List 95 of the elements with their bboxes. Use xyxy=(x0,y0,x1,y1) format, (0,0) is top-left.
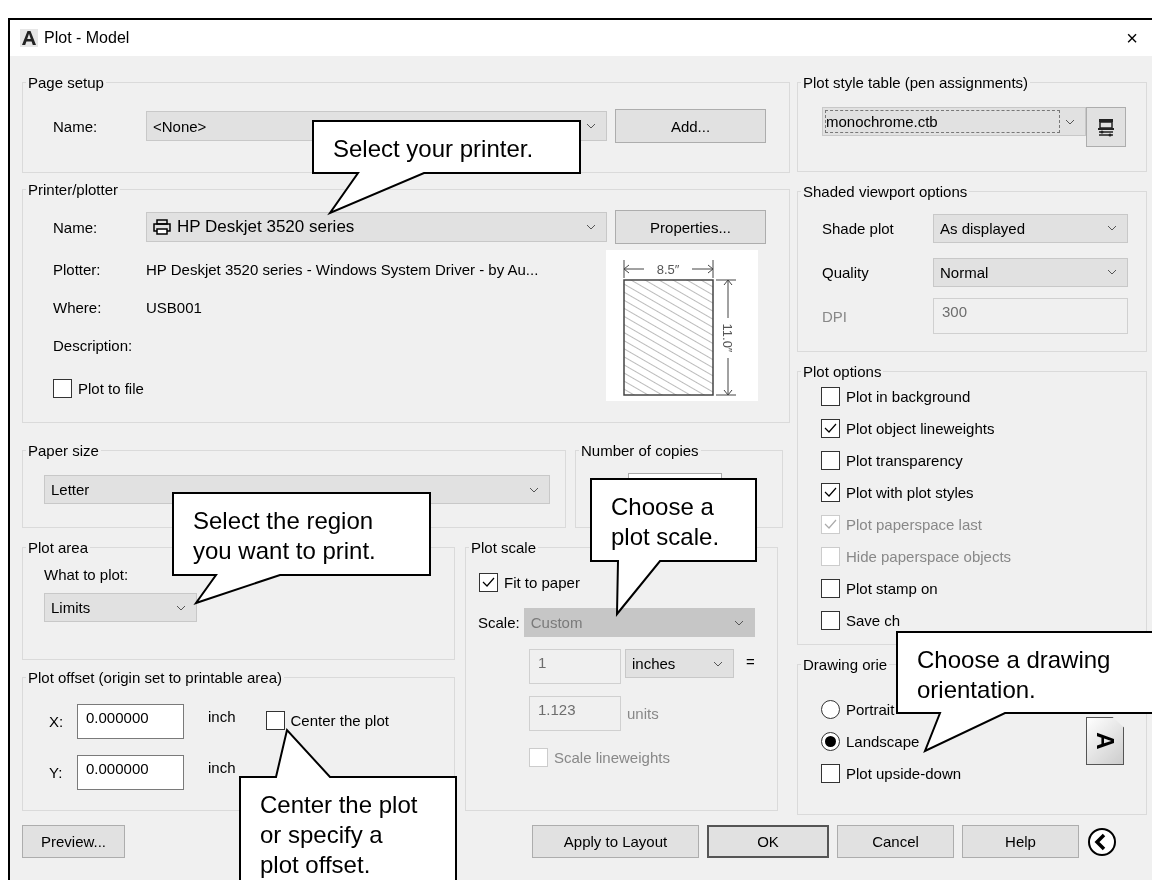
chevron-icon xyxy=(1107,225,1117,231)
checkbox[interactable] xyxy=(821,386,840,406)
section-title: Paper size xyxy=(27,442,100,459)
checkbox[interactable] xyxy=(479,572,498,592)
radio-label: Portrait xyxy=(846,700,895,718)
dimension-text: 8.5″ xyxy=(656,262,680,277)
checkbox-label: Center the plot xyxy=(290,711,389,729)
checkbox[interactable] xyxy=(821,578,840,598)
checkbox[interactable] xyxy=(265,710,285,730)
printer-icon xyxy=(153,219,171,235)
chevron-icon xyxy=(733,619,744,626)
section-title: Plot offset (origin set to printable area) xyxy=(27,669,284,686)
dialog-button[interactable]: OK xyxy=(707,825,829,858)
plot-style-dropdown[interactable]: monochrome.ctb xyxy=(822,107,1086,136)
checkbox[interactable] xyxy=(53,378,72,398)
checkbox-label: Plot transparency xyxy=(846,451,963,469)
field-label: Name: xyxy=(53,218,99,236)
section-title: Shaded viewport options xyxy=(802,183,969,200)
field-label: What to plot: xyxy=(44,566,130,583)
checkbox[interactable] xyxy=(821,610,840,630)
printer-dropdown[interactable]: HP Deskjet 3520 series xyxy=(146,212,607,242)
dialog-button[interactable]: Cancel xyxy=(837,825,954,858)
chevron-icon xyxy=(176,604,186,611)
checkbox[interactable] xyxy=(821,763,840,783)
checkbox-label: Plot stamp on xyxy=(846,579,938,597)
checkbox-label: Plot paperspace last xyxy=(846,515,982,533)
plotter-icon xyxy=(1097,117,1115,137)
callout-text: Select your printer. xyxy=(333,135,534,162)
equals-sign: = xyxy=(746,653,755,670)
app-logo-icon xyxy=(20,29,38,47)
callout-text: Select the region you want to print. xyxy=(193,507,376,564)
dimension-text: 11.0″ xyxy=(720,323,735,353)
preview-button[interactable]: Preview... xyxy=(22,825,126,858)
checkbox-label: Plot to file xyxy=(78,379,144,397)
info-value: USB001 xyxy=(146,298,202,316)
chevron-icon xyxy=(586,123,596,129)
info-label: Where: xyxy=(53,298,103,316)
section-title: Plot options xyxy=(802,363,883,380)
checkbox-label: Plot in background xyxy=(846,387,971,405)
offset-field[interactable]: 0.000000 xyxy=(77,704,184,739)
checkbox-label: Plot object lineweights xyxy=(846,419,995,437)
unit-label: units xyxy=(627,705,659,722)
checkbox-label: Plot upside-down xyxy=(846,764,962,782)
callout-text: Choose a drawing orientation. xyxy=(917,646,1111,703)
orientation-icon: A xyxy=(1086,717,1124,765)
field-label: Y: xyxy=(48,764,64,781)
chevron-icon xyxy=(1065,118,1075,125)
add-button[interactable]: Add... xyxy=(615,109,766,143)
checkbox-label: Scale lineweights xyxy=(554,748,670,766)
option-dropdown[interactable]: Normal xyxy=(933,257,1128,287)
checkbox-label: Fit to paper xyxy=(504,573,580,591)
field-label: Scale: xyxy=(478,614,520,631)
field-label: Shade plot xyxy=(822,219,895,237)
offset-field[interactable]: 0.000000 xyxy=(77,755,184,790)
window-title: Plot - Model xyxy=(44,29,130,47)
dialog-button[interactable]: Apply to Layout xyxy=(532,825,699,858)
option-dropdown[interactable]: As displayed xyxy=(933,213,1128,243)
section-title: Plot style table (pen assignments) xyxy=(802,74,1030,91)
checkbox[interactable] xyxy=(821,418,840,438)
section-title: Plot area xyxy=(27,539,90,556)
unit-dropdown[interactable]: inches xyxy=(625,649,734,678)
checkbox[interactable] xyxy=(821,482,840,502)
callout-text: Choose a plot scale. xyxy=(611,493,720,550)
checkbox-label: Save ch xyxy=(846,611,901,629)
chevron-icon xyxy=(1107,269,1117,275)
checkbox[interactable] xyxy=(821,450,840,470)
unit-label: inch xyxy=(208,708,236,725)
chevron-icon xyxy=(529,486,539,493)
field-label: Name: xyxy=(53,117,99,135)
radio-label: Landscape xyxy=(846,732,920,750)
radio-button[interactable] xyxy=(821,699,840,719)
section-title: Printer/plotter xyxy=(27,181,120,198)
dialog-button[interactable]: Help xyxy=(962,825,1079,858)
info-label: Plotter: xyxy=(53,260,102,278)
chevron-icon xyxy=(586,224,596,230)
field-label: Quality xyxy=(822,263,870,281)
info-value: HP Deskjet 3520 series - Windows System Driver - by Au... xyxy=(146,260,539,278)
section-title: Plot scale xyxy=(470,539,538,556)
properties-button[interactable]: Properties... xyxy=(615,210,766,244)
unit-label: inch xyxy=(208,759,236,776)
radio-button[interactable] xyxy=(821,731,840,751)
close-button[interactable]: × xyxy=(1122,26,1142,50)
collapse-icon[interactable] xyxy=(1087,826,1117,857)
checkbox-label: Hide paperspace objects xyxy=(846,547,1012,565)
section-title: Page setup xyxy=(27,74,105,91)
checkbox-label: Plot with plot styles xyxy=(846,483,974,501)
section-title: Drawing orie xyxy=(802,656,889,673)
field-label: X: xyxy=(48,713,65,730)
section-title: Number of copies xyxy=(580,442,700,459)
edit-style-button[interactable] xyxy=(1086,107,1126,147)
callout-text: Center the plot or specify a plot offset. xyxy=(260,791,418,878)
what-to-plot-dropdown[interactable]: Limits xyxy=(44,593,197,622)
chevron-icon xyxy=(713,660,723,667)
info-label: Description: xyxy=(53,336,134,354)
field-label: DPI xyxy=(822,307,848,325)
